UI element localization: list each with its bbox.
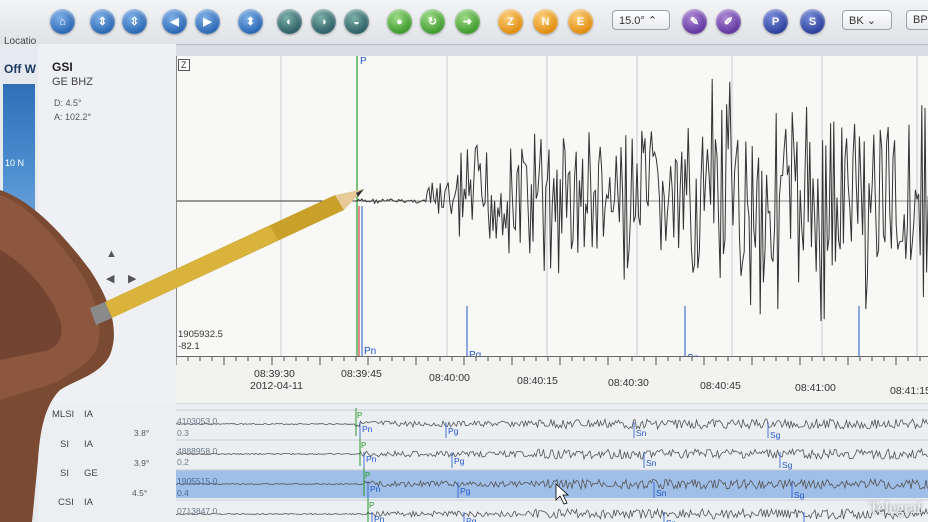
watermark: Telegraf [868,500,922,517]
pencil [90,189,364,325]
